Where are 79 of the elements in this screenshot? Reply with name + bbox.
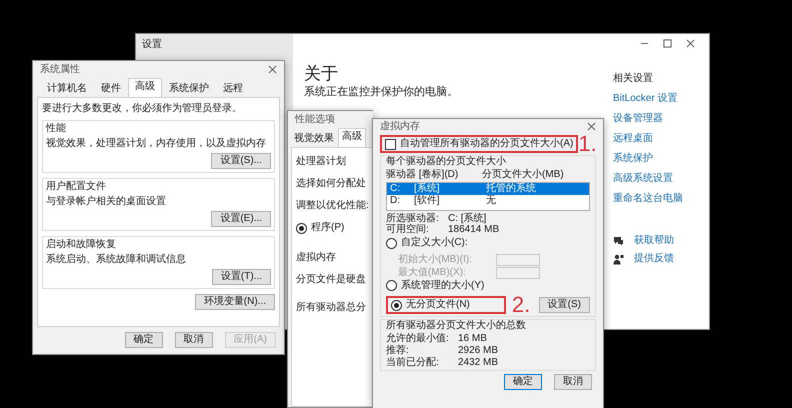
column-header: 分页文件大小(MB) bbox=[482, 169, 565, 181]
field-label: 最大值(MB)(X): bbox=[398, 266, 467, 278]
radio-circle[interactable] bbox=[391, 300, 402, 310]
set-button[interactable]: 设置(S) bbox=[538, 297, 590, 313]
drive-row[interactable]: C: [系统] 托管的系统 bbox=[387, 183, 589, 195]
radio-circle[interactable] bbox=[386, 238, 397, 248]
description-text: 分页文件是硬盘 bbox=[296, 274, 367, 286]
radio-option[interactable]: 自定义大小(C): bbox=[386, 237, 468, 249]
info-label: 当前已分配: bbox=[386, 357, 440, 368]
field-label: 初始大小(MB)(I): bbox=[398, 254, 473, 266]
group-title: 用户配置文件 bbox=[46, 181, 107, 193]
environment-button[interactable]: 环境变量(N)... bbox=[194, 294, 275, 310]
close-icon[interactable] bbox=[686, 39, 695, 48]
tab[interactable]: 远程 bbox=[216, 80, 250, 97]
group-title: 虚拟内存 bbox=[296, 252, 337, 264]
radio-option[interactable]: 程序(P) bbox=[296, 222, 369, 234]
tab[interactable]: 视觉效果 bbox=[290, 130, 338, 147]
window-title: 性能选项 bbox=[295, 114, 335, 126]
tab[interactable]: 硬件 bbox=[94, 80, 128, 97]
tab[interactable]: 系统保护 bbox=[162, 80, 216, 97]
info-value: 16 MB bbox=[458, 333, 488, 344]
settings-button[interactable]: 设置(E)... bbox=[211, 211, 271, 227]
window-title: 设置 bbox=[142, 39, 162, 50]
step-number: 2. bbox=[512, 297, 530, 313]
settings-link[interactable]: 系统保护 bbox=[613, 153, 653, 165]
group-description: 视觉效果，处理器计划，内存使用，以及虚拟内存 bbox=[46, 138, 267, 150]
info-value: 2432 MB bbox=[458, 357, 500, 368]
tab[interactable]: 计算机名 bbox=[40, 80, 94, 97]
group-title: 性能 bbox=[46, 123, 67, 135]
settings-link[interactable]: 重命名这台电脑 bbox=[613, 193, 683, 205]
radio-option[interactable]: 系统管理的大小(Y) bbox=[386, 280, 484, 292]
radio-circle[interactable] bbox=[296, 222, 307, 234]
tab[interactable]: 高级 bbox=[338, 128, 366, 147]
status-text: 系统正在监控并保护你的电脑。 bbox=[304, 86, 459, 98]
dialog-button[interactable]: 确定 bbox=[124, 332, 163, 348]
info-label: 推荐: bbox=[386, 345, 410, 356]
group-title: 每个驱动器的分页文件大小 bbox=[386, 156, 507, 168]
field-label: 调整以优化性能: bbox=[296, 200, 369, 212]
close-icon[interactable] bbox=[587, 122, 596, 131]
dialog-button[interactable]: 取消 bbox=[554, 374, 592, 390]
settings-button[interactable]: 设置(S)... bbox=[211, 153, 271, 169]
tab[interactable]: 高级 bbox=[128, 78, 162, 97]
settings-link[interactable]: 高级系统设置 bbox=[613, 173, 673, 185]
info-value: 2926 MB bbox=[458, 345, 500, 356]
note-text: 要进行大多数更改，你必须作为管理员登录。 bbox=[42, 103, 243, 115]
info-label: 可用空间: bbox=[386, 224, 430, 235]
maximize-icon[interactable] bbox=[663, 39, 672, 48]
radio-option[interactable]: 无分页文件(N) bbox=[391, 299, 470, 311]
checkbox[interactable] bbox=[385, 138, 396, 150]
settings-link[interactable]: 远程桌面 bbox=[613, 133, 653, 145]
close-icon[interactable] bbox=[268, 65, 277, 74]
settings-link[interactable]: 设备管理器 bbox=[613, 113, 663, 125]
window-title: 虚拟内存 bbox=[380, 120, 420, 132]
description-text: 所有驱动器总分 bbox=[296, 302, 367, 314]
radio-circle[interactable] bbox=[386, 280, 397, 291]
group-title: 启动和故障恢复 bbox=[46, 239, 117, 251]
description-text: 选择如何分配处 bbox=[296, 178, 367, 190]
help-icon bbox=[613, 236, 624, 246]
dialog-button[interactable]: 取消 bbox=[174, 332, 213, 348]
support-link[interactable]: 获取帮助 bbox=[634, 235, 674, 247]
window-title: 系统属性 bbox=[40, 64, 80, 76]
person-icon bbox=[613, 254, 624, 264]
info-label: 允许的最小值: bbox=[386, 333, 450, 344]
info-value: 186414 MB bbox=[448, 224, 500, 235]
step-number: 1. bbox=[578, 136, 597, 152]
info-label: 所选驱动器: bbox=[386, 213, 440, 224]
group-title: 处理器计划 bbox=[296, 156, 347, 168]
checkbox-option[interactable]: 自动管理所有驱动器的分页文件大小(A) bbox=[385, 138, 574, 150]
column-header: 驱动器 [卷标](D) bbox=[386, 169, 460, 181]
group-description: 与登录帐户相关的桌面设置 bbox=[46, 196, 167, 208]
section-title: 相关设置 bbox=[613, 73, 653, 85]
support-link[interactable]: 提供反馈 bbox=[634, 253, 674, 265]
info-value: C: [系统] bbox=[448, 213, 488, 224]
drive-row[interactable]: D: [软件] 无 bbox=[387, 195, 589, 207]
group-description: 系统启动、系统故障和调试信息 bbox=[46, 254, 187, 266]
settings-button[interactable]: 设置(T)... bbox=[212, 269, 271, 285]
dialog-button[interactable]: 确定 bbox=[504, 374, 542, 390]
settings-link[interactable]: BitLocker 设置 bbox=[613, 93, 678, 105]
group-title: 所有驱动器分页文件大小的总数 bbox=[386, 320, 527, 332]
